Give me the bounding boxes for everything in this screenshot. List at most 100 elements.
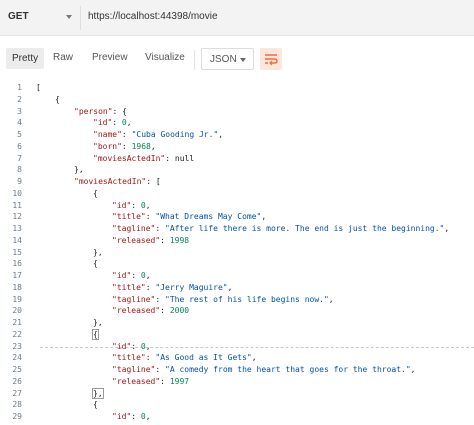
code-text: "id": 0, <box>112 271 151 280</box>
code-text: "tagline": "The rest of his life begins … <box>112 294 334 304</box>
code-text: [ <box>36 83 41 92</box>
line-number: 10 <box>12 188 22 198</box>
code-text: }, <box>93 247 103 257</box>
line-number: 19 <box>12 294 22 304</box>
code-text: { <box>93 259 98 269</box>
code-text: { <box>55 94 60 104</box>
code-line: 9 "moviesActedIn": [ <box>0 176 474 188</box>
code-line: 11 "id": 0, <box>0 200 474 212</box>
code-line: 16 { <box>0 258 474 270</box>
code-text: { <box>93 188 98 198</box>
divider <box>80 6 81 30</box>
divider <box>194 50 195 70</box>
code-line: 23 "id": 0, <box>0 341 474 353</box>
tab-preview[interactable]: Preview <box>92 52 128 63</box>
code-text: { <box>93 400 98 410</box>
line-number: 15 <box>12 247 22 257</box>
code-line: 22 { <box>0 328 474 341</box>
code-text: "released": 1998 <box>112 235 190 245</box>
code-text: "title": "Jerry Maguire", <box>112 282 233 292</box>
code-text: "id": 0, <box>93 118 132 128</box>
response-body-editor[interactable]: 1[2{3 "person": {4 "id": 0, 5 "name": "Cuba … <box>0 78 474 425</box>
code-line: 18 "title": "Jerry Maguire", <box>0 282 474 294</box>
code-line: 7 "moviesActedIn": null <box>0 153 474 165</box>
code-line: 14 "released": 1998 <box>0 235 474 247</box>
line-number: 23 <box>12 341 22 351</box>
request-bar: GET https://localhost:44398/movie <box>0 0 474 36</box>
line-number: 25 <box>12 365 22 374</box>
format-select-label: JSON <box>210 54 237 65</box>
code-text: }, <box>74 165 84 175</box>
line-number: 26 <box>12 376 22 386</box>
code-text: }, <box>93 318 103 327</box>
chevron-down-icon <box>240 58 246 62</box>
code-line: 25 "tagline": "A comedy from the heart th… <box>0 364 474 376</box>
code-line: 17 "id": 0, <box>0 270 474 282</box>
line-number: 6 <box>17 141 22 151</box>
line-number: 9 <box>17 177 22 186</box>
code-line: 5 "name": "Cuba Gooding Jr.", <box>0 129 474 141</box>
code-text: "moviesActedIn": [ <box>74 177 161 186</box>
line-number: 2 <box>17 94 22 104</box>
code-line: 10 { <box>0 188 474 200</box>
code-text: "id": 0, <box>112 200 151 210</box>
line-number: 20 <box>12 306 22 316</box>
line-number: 11 <box>12 200 22 210</box>
code-line: 6 "born": 1968, <box>0 141 474 153</box>
code-line: 21}, <box>0 317 474 329</box>
code-text: "title": "What Dreams May Come", <box>112 212 267 222</box>
code-text: "tagline": "A comedy from the heart that… <box>112 365 416 374</box>
http-method-select[interactable]: GET <box>8 11 29 22</box>
line-number: 24 <box>12 353 22 363</box>
line-number: 18 <box>12 282 22 292</box>
code-line: 2{ <box>0 94 474 106</box>
line-number: 3 <box>17 106 22 116</box>
line-number: 16 <box>12 259 22 269</box>
code-line: 24 "title": "As Good as It Gets", <box>0 352 474 364</box>
tab-pretty[interactable]: Pretty <box>6 48 45 69</box>
code-line: 12 "title": "What Dreams May Come", <box>0 211 474 223</box>
code-text: "released": 2000 <box>112 306 190 316</box>
code-text: "name": "Cuba Gooding Jr.", <box>93 130 224 139</box>
line-number: 22 <box>12 329 22 339</box>
code-line: 19 "tagline": "The rest of his life begin… <box>0 294 474 306</box>
code-text: "moviesActedIn": null <box>93 153 195 163</box>
line-number: 5 <box>17 130 22 139</box>
line-number: 1 <box>17 83 22 92</box>
code-line: 29 "id": 0, <box>0 411 474 423</box>
code-text: }, <box>92 387 104 399</box>
url-input[interactable]: https://localhost:44398/movie <box>88 11 218 22</box>
code-line: 15}, <box>0 247 474 259</box>
code-line: 1[ <box>0 82 474 94</box>
line-number: 28 <box>12 400 22 410</box>
line-number: 4 <box>17 118 22 128</box>
line-number: 27 <box>12 388 22 398</box>
line-number: 12 <box>12 212 22 222</box>
code-text: "tagline": "After life there is more. Th… <box>112 224 450 233</box>
line-number: 29 <box>12 412 22 421</box>
code-line: 13 "tagline": "After life there is more. … <box>0 223 474 235</box>
tab-raw[interactable]: Raw <box>53 52 73 63</box>
line-number: 21 <box>12 318 22 327</box>
code-text: "released": 1997 <box>112 376 190 386</box>
code-line: 4 "id": 0, <box>0 117 474 129</box>
code-text: "born": 1968, <box>93 141 156 151</box>
code-text: "title": "As Good as It Gets", <box>112 353 257 363</box>
wrap-lines-icon <box>265 54 278 66</box>
line-number: 13 <box>12 224 22 233</box>
wrap-lines-button[interactable] <box>260 48 282 70</box>
tab-visualize[interactable]: Visualize <box>145 52 185 63</box>
format-select[interactable]: JSON <box>201 48 254 70</box>
code-text: "person": { <box>74 106 127 116</box>
code-line: 8}, <box>0 164 474 176</box>
code-text: { <box>92 328 99 340</box>
code-line: 26 "released": 1997 <box>0 376 474 388</box>
code-line: 3 "person": { <box>0 106 474 118</box>
line-number: 14 <box>12 235 22 245</box>
response-toolbar: Pretty Raw Preview Visualize JSON <box>0 44 474 74</box>
code-line: 27}, <box>0 387 474 400</box>
code-line: 20 "released": 2000 <box>0 305 474 317</box>
chevron-down-icon[interactable] <box>66 15 72 19</box>
line-number: 17 <box>12 271 22 280</box>
line-number: 7 <box>17 153 22 163</box>
